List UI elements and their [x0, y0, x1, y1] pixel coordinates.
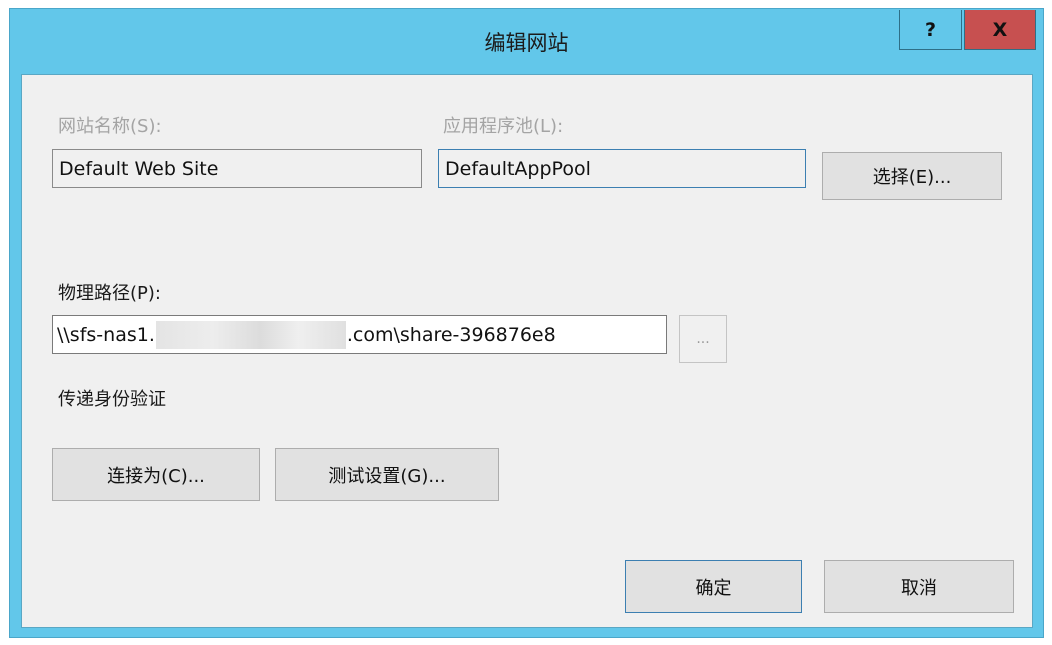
- site-name-value: Default Web Site: [59, 157, 219, 180]
- physical-path-input[interactable]: \\sfs-nas1. .com\share-396876e8: [52, 315, 667, 354]
- app-pool-label: 应用程序池(L):: [443, 116, 564, 137]
- site-name-label: 网站名称(S):: [58, 116, 162, 137]
- redacted-region: [155, 320, 346, 349]
- help-button[interactable]: ?: [899, 10, 962, 50]
- physical-path-label: 物理路径(P):: [58, 283, 161, 304]
- dialog-body: 网站名称(S): Default Web Site 应用程序池(L): Defa…: [21, 74, 1033, 628]
- ok-button[interactable]: 确定: [625, 560, 802, 613]
- connect-as-button[interactable]: 连接为(C)...: [52, 448, 260, 501]
- browse-path-button[interactable]: ...: [679, 315, 727, 363]
- edit-site-dialog: 编辑网站 ? X 网站名称(S): Default Web Site 应用程序池…: [9, 8, 1044, 638]
- site-name-field[interactable]: Default Web Site: [52, 149, 422, 188]
- dialog-title: 编辑网站: [484, 31, 569, 55]
- select-app-pool-button[interactable]: 选择(E)...: [822, 152, 1002, 200]
- physical-path-value-prefix: \\sfs-nas1.: [57, 323, 155, 346]
- cancel-button[interactable]: 取消: [824, 560, 1014, 613]
- pass-through-auth-label: 传递身份验证: [58, 389, 166, 410]
- physical-path-value-suffix: .com\share-396876e8: [346, 323, 556, 346]
- app-pool-value: DefaultAppPool: [445, 157, 591, 180]
- app-pool-field[interactable]: DefaultAppPool: [438, 149, 806, 188]
- test-settings-button[interactable]: 测试设置(G)...: [275, 448, 499, 501]
- close-button[interactable]: X: [964, 10, 1036, 50]
- title-bar[interactable]: 编辑网站 ? X: [10, 9, 1043, 73]
